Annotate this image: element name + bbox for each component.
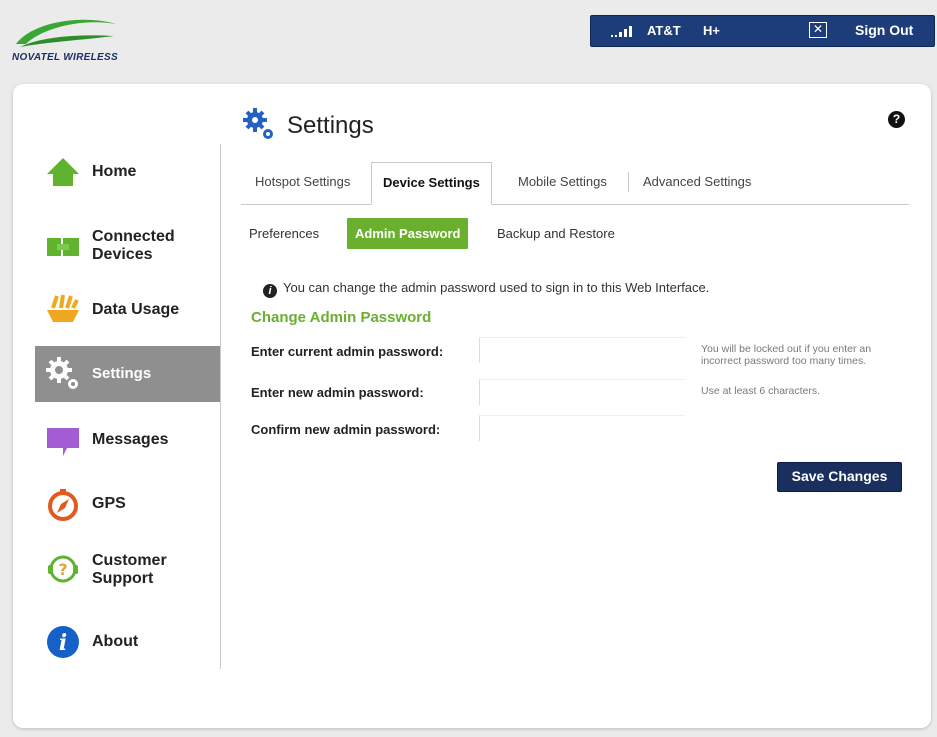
tab-device-settings[interactable]: Device Settings	[371, 162, 492, 205]
sidebar-item-connected-devices[interactable]: Connected Devices	[35, 218, 220, 274]
sidebar-item-data-usage[interactable]: Data Usage	[35, 282, 220, 338]
tab-advanced-settings[interactable]: Advanced Settings	[643, 174, 751, 189]
new-password-label: Enter new admin password:	[251, 385, 424, 400]
customer-support-icon: ?	[48, 555, 78, 583]
sidebar-item-label: Home	[92, 163, 137, 180]
main-panel: Home Connected Devices Data Usage Settin…	[13, 84, 931, 728]
subtab-preferences[interactable]: Preferences	[249, 226, 319, 241]
new-password-input[interactable]	[479, 379, 685, 405]
settings-gear-icon	[46, 357, 78, 389]
sidebar-item-label: About	[92, 633, 139, 650]
sidebar-item-label: Settings	[92, 365, 152, 382]
sidebar-item-home[interactable]: Home	[35, 144, 220, 200]
page-title: Settings	[287, 112, 374, 139]
settings-tabs: Hotspot Settings Device Settings Mobile …	[241, 162, 909, 205]
sign-out-link[interactable]: Sign Out	[855, 22, 913, 38]
sidebar-item-about[interactable]: i About	[35, 614, 220, 670]
gps-compass-icon	[48, 489, 78, 521]
sidebar-item-label: Messages	[92, 431, 169, 448]
data-usage-icon	[47, 294, 79, 322]
confirm-password-label: Confirm new admin password:	[251, 422, 441, 437]
sidebar-item-label: GPS	[92, 495, 126, 512]
brand-name: NOVATEL WIRELESS	[12, 52, 118, 63]
current-password-label: Enter current admin password:	[251, 344, 444, 359]
info-icon: i	[263, 284, 277, 298]
subtab-backup-restore[interactable]: Backup and Restore	[497, 226, 615, 241]
settings-title-icon	[243, 108, 273, 139]
tab-hotspot-settings[interactable]: Hotspot Settings	[255, 174, 350, 189]
confirm-password-input[interactable]	[479, 415, 685, 441]
subtab-admin-password[interactable]: Admin Password	[347, 218, 469, 249]
novatel-logo: NOVATEL WIRELESS	[12, 14, 142, 74]
help-icon[interactable]: ?	[888, 111, 905, 128]
sidebar-item-customer-support[interactable]: ? Customer Support	[35, 542, 220, 598]
save-changes-button[interactable]: Save Changes	[777, 462, 902, 492]
sidebar-item-label: Connected Devices	[92, 228, 175, 263]
svg-text:?: ?	[58, 560, 67, 579]
info-text: You can change the admin password used t…	[283, 280, 710, 295]
sidebar-item-label: Customer Support	[92, 552, 167, 587]
sidebar-item-label: Data Usage	[92, 301, 180, 318]
network-type: H+	[703, 23, 720, 38]
sidebar-item-messages[interactable]: Messages	[35, 412, 220, 468]
tab-mobile-settings[interactable]: Mobile Settings	[518, 174, 607, 189]
home-icon	[47, 158, 79, 186]
sidebar-item-settings[interactable]: Settings	[35, 346, 220, 402]
current-password-input[interactable]	[479, 337, 685, 363]
svg-text:i: i	[59, 630, 67, 656]
messages-icon	[47, 428, 79, 456]
status-bar: AT&T H+ ✕ Sign Out	[590, 15, 935, 47]
signal-strength-icon	[611, 25, 637, 40]
carrier-name: AT&T	[647, 23, 681, 38]
tab-separator	[628, 172, 629, 192]
sidebar-item-gps[interactable]: GPS	[35, 476, 220, 532]
about-info-icon: i	[47, 626, 79, 658]
section-title: Change Admin Password	[251, 309, 432, 326]
sidebar-divider	[220, 144, 221, 669]
info-message: i You can change the admin password used …	[263, 280, 709, 298]
content-area: Settings ? Hotspot Settings Device Setti…	[241, 84, 923, 724]
new-password-hint: Use at least 6 characters.	[701, 385, 821, 397]
no-sim-icon: ✕	[809, 22, 827, 38]
swoosh-logo-icon	[16, 19, 116, 47]
connected-devices-icon	[47, 238, 79, 256]
current-password-hint: You will be locked out if you enter an i…	[701, 343, 872, 367]
